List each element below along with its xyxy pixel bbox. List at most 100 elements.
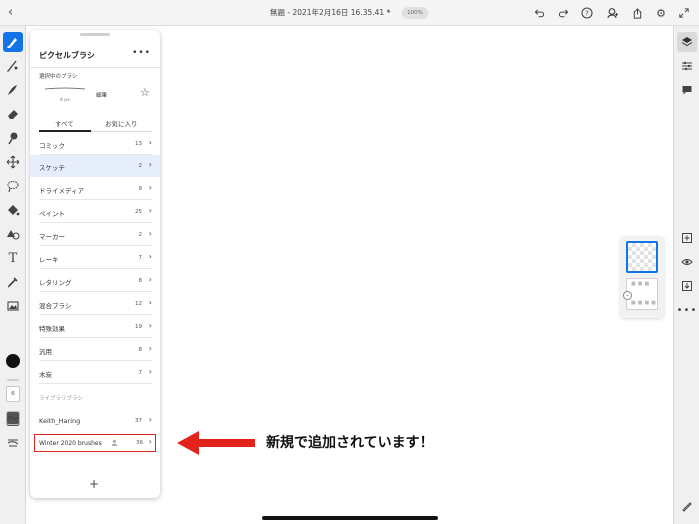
help-icon[interactable]: ? [579, 5, 595, 21]
selected-brush-name: 細筆 [96, 93, 108, 99]
list-item-category[interactable]: 木炭 7 › [30, 362, 160, 384]
text-tool[interactable]: T [3, 248, 23, 268]
list-item-category[interactable]: 混合ブラシ 12 › [30, 293, 160, 315]
layers-button[interactable] [677, 32, 697, 52]
brush-tabs: すべて お気に入り [39, 115, 152, 132]
category-count: 8 [138, 347, 143, 353]
category-count: 7 [138, 255, 143, 261]
divider [39, 314, 152, 315]
move-tool[interactable] [3, 152, 23, 172]
list-item-category[interactable]: コミック 13 › [30, 133, 160, 155]
list-item-library-new[interactable]: Winter 2020 brushes 36 › [34, 434, 156, 452]
chevron-right-icon: › [148, 229, 152, 238]
favorite-star-icon[interactable]: ☆ [140, 87, 150, 98]
eyedropper-tool[interactable] [3, 272, 23, 292]
list-item-category[interactable]: 汎用 8 › [30, 339, 160, 361]
category-label: スケッチ [39, 164, 65, 172]
fullscreen-icon[interactable] [676, 5, 692, 21]
panel-more-icon[interactable]: ••• [132, 48, 151, 58]
settings-gear-icon[interactable]: ⚙ [653, 5, 669, 21]
selected-brush-label: 選択中のブラシ [39, 74, 78, 80]
layers-icon [681, 37, 693, 47]
list-item-category[interactable]: レタリング 8 › [30, 270, 160, 292]
brush-panel: ピクセルブラシ ••• 選択中のブラシ 4 px 細筆 ☆ すべて お気に入り … [30, 30, 160, 498]
active-tab-indicator [39, 130, 91, 132]
brush-size-value[interactable]: 6 [6, 386, 20, 402]
list-item-category[interactable]: レーキ 7 › [30, 247, 160, 269]
pixel-brush-tool[interactable] [3, 32, 23, 52]
selected-brush-stroke-preview[interactable] [44, 85, 86, 93]
list-item-category[interactable]: マーカー 2 › [30, 224, 160, 246]
add-layer-button[interactable] [677, 228, 697, 248]
list-item-category[interactable]: スケッチ 2 › [30, 155, 160, 177]
undo-icon[interactable] [531, 5, 547, 21]
divider [7, 379, 19, 381]
library-label: Keith_Haring [39, 417, 81, 425]
brush-settings-tool[interactable] [3, 408, 23, 428]
move-icon [6, 155, 20, 169]
layer-thumbnail-selected[interactable] [626, 241, 658, 273]
smudge-tool[interactable] [3, 128, 23, 148]
dots-decoration: ■■■■ [631, 300, 658, 306]
chevron-right-icon: › [148, 160, 152, 169]
eraser-tool[interactable] [3, 104, 23, 124]
image-tool[interactable] [3, 296, 23, 316]
lasso-tool[interactable] [3, 176, 23, 196]
redo-icon[interactable] [555, 5, 571, 21]
paint-bucket-icon [8, 205, 20, 216]
top-bar: ‹ 無題 - 2021年2月16日 16.35.41 * ⌄ 100% ? ⚙ [0, 0, 699, 26]
category-count: 2 [138, 163, 143, 169]
category-label: 汎用 [39, 348, 52, 356]
shape-tool[interactable] [3, 224, 23, 244]
list-item-category[interactable]: ペイント 25 › [30, 201, 160, 223]
home-indicator[interactable] [262, 516, 438, 520]
left-toolbar: T 6 [0, 26, 26, 524]
chevron-right-icon: › [148, 138, 152, 147]
more-options-button[interactable]: ••• [677, 300, 697, 320]
comments-button[interactable] [677, 80, 697, 100]
annotation-text: 新規で追加されています！ [266, 435, 434, 451]
layer-thumbnail-background[interactable]: ■■■ ■■■■ – [623, 278, 658, 310]
back-chevron-icon[interactable]: ‹ [8, 5, 20, 21]
panel-grip-handle[interactable] [80, 33, 110, 36]
divider [39, 383, 152, 384]
add-user-icon[interactable] [604, 5, 620, 21]
eyedropper-icon [7, 277, 18, 288]
category-count: 8 [138, 278, 143, 284]
chevron-right-icon: › [148, 252, 152, 261]
shapes-icon [7, 230, 20, 240]
list-item-category[interactable]: 特殊効果 19 › [30, 316, 160, 338]
share-icon[interactable] [629, 5, 645, 21]
library-count: 36 [136, 440, 143, 446]
category-count: 2 [138, 232, 143, 238]
chevron-right-icon: › [148, 415, 152, 424]
vector-brush-tool[interactable] [3, 80, 23, 100]
sliders-icon [682, 61, 692, 71]
brush-stroke-tool[interactable] [3, 432, 23, 452]
add-brush-button[interactable]: + [89, 478, 99, 490]
pixel-brush-icon [7, 38, 17, 48]
title-chevron-down-icon[interactable]: ⌄ [386, 7, 392, 15]
merge-layer-button[interactable] [677, 276, 697, 296]
current-color-swatch[interactable] [6, 354, 20, 368]
edit-pen-button[interactable] [677, 496, 697, 516]
list-item-category[interactable]: ドライメディア 9 › [30, 178, 160, 200]
eraser-icon [8, 110, 18, 119]
list-item-library[interactable]: Keith_Haring 37 › [30, 410, 160, 432]
document-title[interactable]: 無題 - 2021年2月16日 16.35.41 * [270, 7, 390, 18]
tab-all[interactable]: すべて [55, 118, 74, 128]
fill-tool[interactable] [3, 200, 23, 220]
live-brush-tool[interactable] [3, 56, 23, 76]
library-count: 37 [135, 418, 142, 424]
visibility-button[interactable] [677, 252, 697, 272]
chevron-right-icon: › [148, 183, 152, 192]
chevron-right-icon: › [148, 344, 152, 353]
zoom-level[interactable]: 100% [402, 7, 428, 19]
category-label: 木炭 [39, 371, 52, 379]
tab-favorites[interactable]: お気に入り [105, 118, 138, 128]
annotation-arrow [177, 431, 255, 455]
properties-button[interactable] [677, 56, 697, 76]
dots-decoration: ■■■ [631, 281, 652, 287]
chevron-right-icon: › [148, 298, 152, 307]
live-brush-icon [7, 60, 18, 72]
